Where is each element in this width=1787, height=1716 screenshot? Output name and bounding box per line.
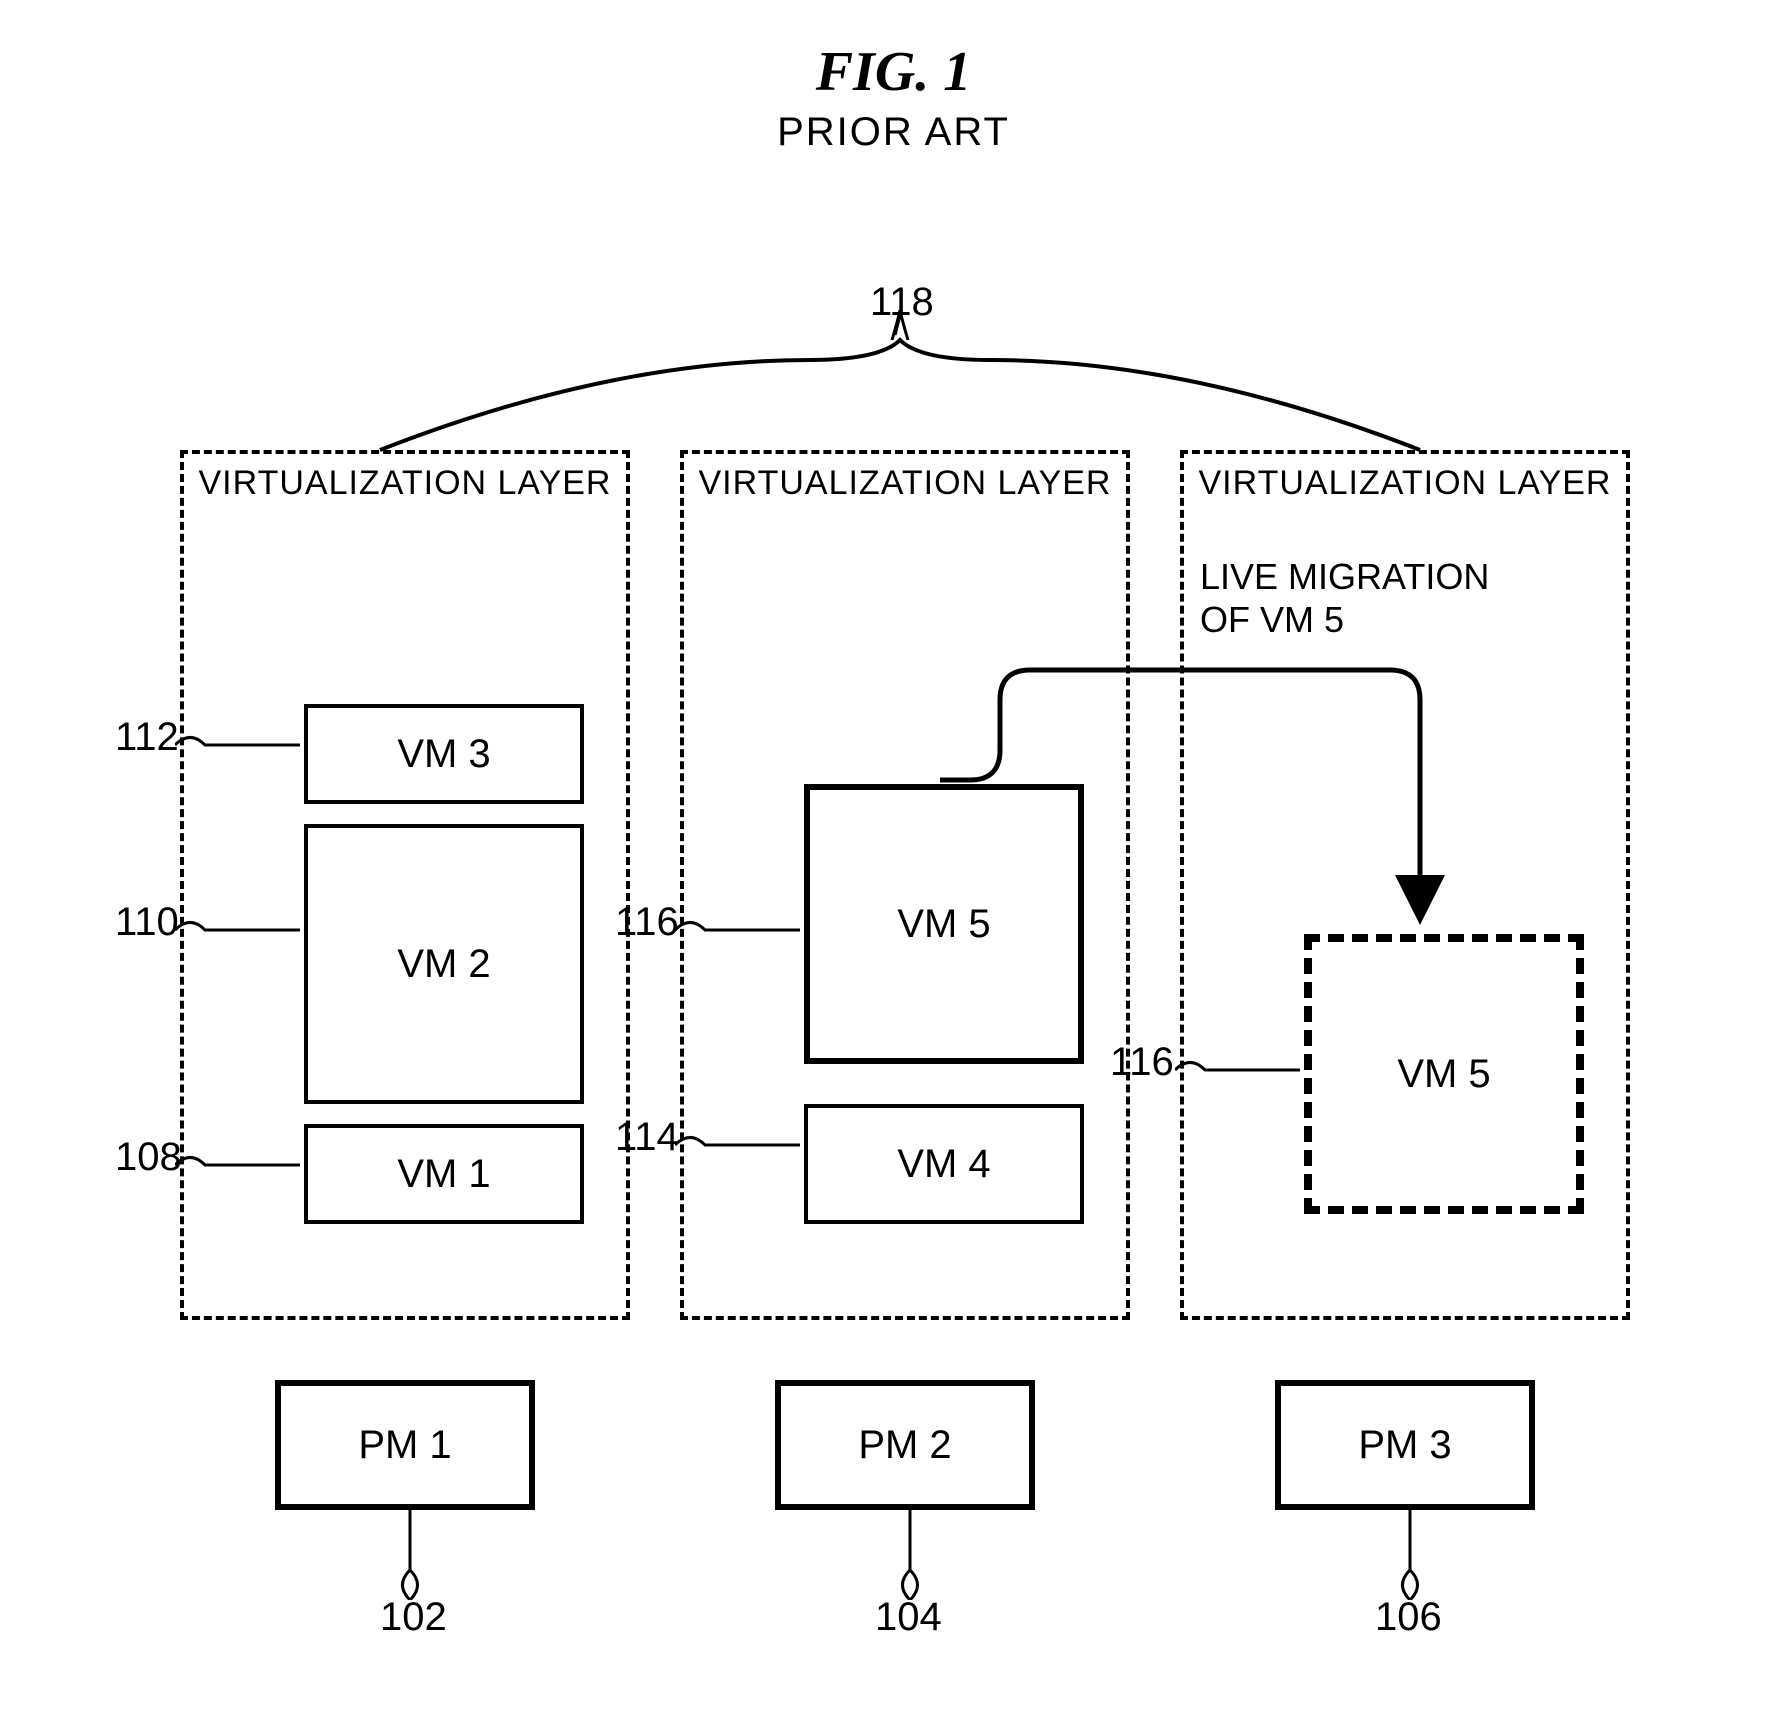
- migration-line-1: LIVE MIGRATION: [1200, 556, 1489, 597]
- tick-106-icon: [1395, 1510, 1425, 1600]
- pm-1: PM 1: [275, 1380, 535, 1510]
- ref-number-106: 106: [1375, 1595, 1442, 1640]
- figure-title: FIG. 1: [816, 40, 972, 104]
- ref-number-102: 102: [380, 1595, 447, 1640]
- ref-number-116-dest: 116: [1110, 1040, 1174, 1085]
- vm-3: VM 3: [304, 704, 584, 804]
- migration-arrow-icon: [940, 660, 1490, 940]
- ref-number-112: 112: [115, 715, 179, 760]
- ref-number-116-src: 116: [615, 900, 679, 945]
- brace-icon: [310, 310, 1510, 460]
- vm-1: VM 1: [304, 1124, 584, 1224]
- layer-2-title: VIRTUALIZATION LAYER: [699, 464, 1112, 503]
- pm-3: PM 3: [1275, 1380, 1535, 1510]
- pm-2: PM 2: [775, 1380, 1035, 1510]
- figure-subtitle: PRIOR ART: [777, 110, 1010, 155]
- tick-102-icon: [395, 1510, 425, 1600]
- ref-number-114: 114: [615, 1115, 679, 1160]
- vm-2: VM 2: [304, 824, 584, 1104]
- migration-label: LIVE MIGRATION OF VM 5: [1200, 555, 1489, 641]
- layer-1-title: VIRTUALIZATION LAYER: [199, 464, 612, 503]
- virtualization-layer-1: VIRTUALIZATION LAYER VM 3 VM 2 VM 1: [180, 450, 630, 1320]
- tick-116b-icon: [1175, 1055, 1305, 1085]
- tick-110-icon: [175, 915, 305, 945]
- tick-116a-icon: [675, 915, 805, 945]
- layer-3-title: VIRTUALIZATION LAYER: [1199, 464, 1612, 503]
- tick-104-icon: [895, 1510, 925, 1600]
- ref-number-110: 110: [115, 900, 179, 945]
- tick-108-icon: [175, 1150, 305, 1180]
- ref-number-104: 104: [875, 1595, 942, 1640]
- vm-4: VM 4: [804, 1104, 1084, 1224]
- migration-line-2: OF VM 5: [1200, 599, 1344, 640]
- tick-112-icon: [175, 730, 305, 760]
- ref-number-108: 108: [115, 1135, 182, 1180]
- tick-114-icon: [675, 1130, 805, 1160]
- vm-5-destination: VM 5: [1304, 934, 1584, 1214]
